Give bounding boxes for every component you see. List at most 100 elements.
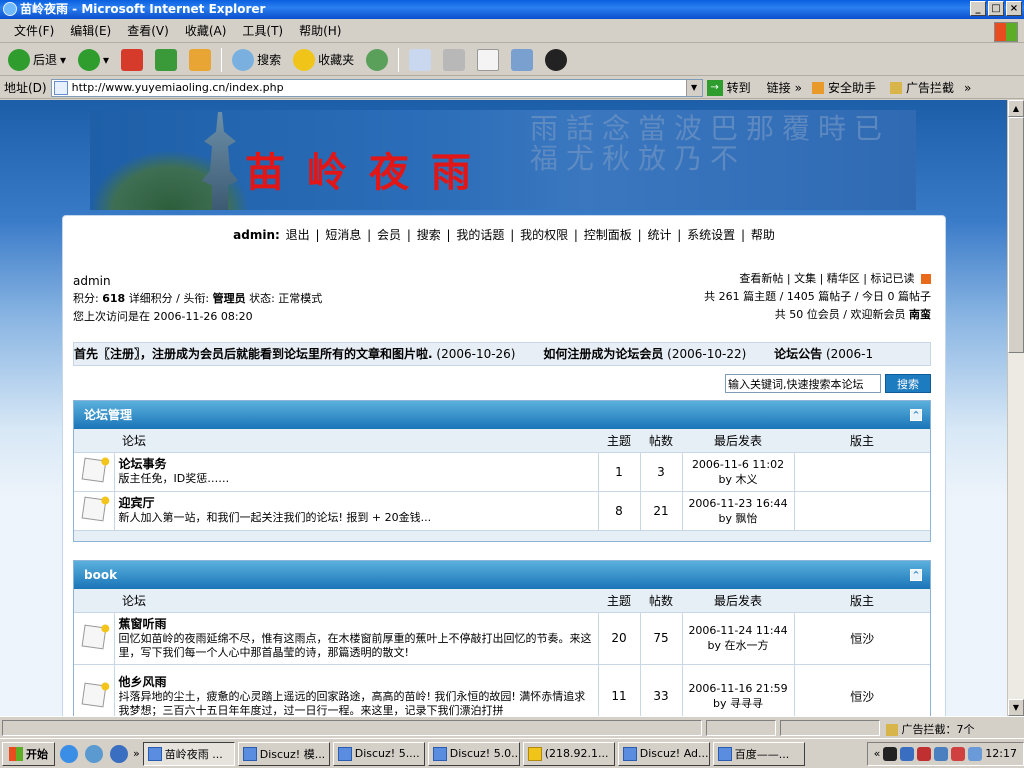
mail-button[interactable] [405,48,435,71]
points-detail-link[interactable]: 详细积分 / 头衔: [129,292,209,305]
last-post-time[interactable]: 2006-11-23 16:44 [688,497,787,510]
links-button[interactable]: 链接 [767,79,791,96]
newest-member-link[interactable]: 南蛮 [909,308,931,321]
menu-help[interactable]: 帮助(H) [291,22,349,39]
menu-edit[interactable]: 编辑(E) [62,22,119,39]
scroll-thumb[interactable] [1008,117,1024,353]
tray-clock[interactable]: 12:17 [985,747,1017,760]
scroll-up-icon[interactable]: ▲ [1008,100,1024,117]
task-button-baidu[interactable]: 百度——... [712,741,805,766]
last-post-time[interactable]: 2006-11-6 11:02 [692,458,784,471]
safety-assistant-button[interactable]: 安全助手 [828,79,876,96]
maximize-button[interactable]: □ [988,1,1004,16]
nav-search[interactable]: 搜索 [417,228,441,242]
site-logo[interactable]: 苗岭夜雨 [245,140,493,198]
home-button[interactable] [185,48,215,71]
favorites-button[interactable]: 收藏夹 [289,48,358,71]
security-tray-icon[interactable] [934,746,949,761]
collapse-icon[interactable]: ^ [910,569,922,581]
adblock-button[interactable]: 广告拦截 [906,79,954,96]
scroll-down-icon[interactable]: ▼ [1008,699,1024,716]
forward-dropdown-icon[interactable]: ▾ [103,53,109,67]
announcement-item[interactable]: 论坛公告 (2006-1 [774,347,873,361]
go-arrow-icon[interactable]: → [706,79,723,96]
menu-view[interactable]: 查看(V) [119,22,177,39]
view-new-posts-link[interactable]: 查看新帖 [739,272,783,285]
menu-file[interactable]: 文件(F) [6,22,62,39]
last-post-author[interactable]: by 飘怡 [719,512,758,525]
task-button-ip-chat[interactable]: (218.92.1... [522,741,615,766]
forward-button[interactable]: ▾ [74,48,113,71]
user-name[interactable]: admin [73,272,322,290]
print-button[interactable] [439,48,469,71]
address-dropdown-icon[interactable]: ▼ [685,79,702,96]
task-button-miaoling[interactable]: 苗岭夜雨 ... [142,741,235,766]
menu-favorites[interactable]: 收藏(A) [177,22,235,39]
last-post-time[interactable]: 2006-11-16 21:59 [688,682,787,695]
volume-tray-icon[interactable] [968,746,983,761]
nav-logout[interactable]: 退出 [286,228,310,242]
announcement-title[interactable]: 论坛公告 [774,347,822,361]
task-button-discuz-50[interactable]: Discuz! 5.0... [427,741,520,766]
quicklaunch-desktop-icon[interactable] [110,744,128,763]
last-post-author[interactable]: by 寻寻寻 [713,697,763,710]
go-button[interactable]: 转到 [727,79,751,96]
adblock-status[interactable]: 广告拦截：7个 [886,721,975,737]
nav-my-permissions[interactable]: 我的权限 [520,228,568,242]
last-post-author[interactable]: by 在水一方 [708,639,769,652]
antivirus-tray-icon[interactable] [917,746,932,761]
links-chevron-icon[interactable]: » [795,81,802,95]
mark-read-link[interactable]: 标记已读 [871,272,915,285]
start-button[interactable]: 开始 [2,741,55,766]
search-input[interactable] [725,374,881,393]
stop-button[interactable] [117,48,147,71]
close-button[interactable]: × [1006,1,1022,16]
task-button-discuz-template[interactable]: Discuz! 模... [237,741,330,766]
nav-help[interactable]: 帮助 [751,228,775,242]
search-button[interactable]: 搜索 [228,48,285,71]
quicklaunch-media-icon[interactable] [85,744,103,763]
forum-title-link[interactable]: 蕉窗听雨 [119,617,167,631]
back-button[interactable]: 后退 ▾ [4,48,70,71]
flashget-tray-icon[interactable] [951,746,966,761]
moderator-cell[interactable]: 恒沙 [794,664,930,716]
anthology-link[interactable]: 文集 [794,272,816,285]
last-post-author[interactable]: by 木义 [719,473,758,486]
forum-title-link[interactable]: 迎宾厅 [119,496,155,510]
nav-system-settings[interactable]: 系统设置 [687,228,735,242]
nav-my-topics[interactable]: 我的话题 [456,228,504,242]
menu-tools[interactable]: 工具(T) [234,22,291,39]
task-button-discuz-admin[interactable]: Discuz! Ad... [617,741,710,766]
quicklaunch-chevron-icon[interactable]: » [133,747,140,760]
category-header[interactable]: book ^ [74,561,930,589]
qq-button[interactable] [541,48,571,71]
minimize-button[interactable]: _ [970,1,986,16]
nav-username[interactable]: admin: [233,228,280,242]
rss-icon[interactable] [921,274,931,284]
edit-button[interactable] [473,48,503,71]
digest-link[interactable]: 精华区 [827,272,860,285]
discuss-button[interactable] [507,48,537,71]
announcement-title[interactable]: 如何注册成为论坛会员 [543,347,663,361]
network-tray-icon[interactable] [900,746,915,761]
tray-chevron-icon[interactable]: « [874,747,881,760]
category-header[interactable]: 论坛管理 ^ [74,401,930,429]
forum-title-link[interactable]: 论坛事务 [119,457,167,471]
nav-statistics[interactable]: 统计 [647,228,671,242]
address-input[interactable]: http://www.yuyemiaoling.cn/index.php ▼ [50,78,703,97]
extra-chevron-icon[interactable]: » [964,81,971,95]
forum-title-link[interactable]: 他乡风雨 [119,675,167,689]
quicklaunch-ie-icon[interactable] [60,744,78,763]
history-button[interactable] [362,48,392,71]
announcement-item[interactable]: 首先〖注册〗，注册成为会员后就能看到论坛里所有的文章和图片啦. (2006-10… [74,347,516,361]
nav-control-panel[interactable]: 控制面板 [584,228,632,242]
announcement-item[interactable]: 如何注册成为论坛会员 (2006-10-22) [543,347,746,361]
category-title[interactable]: book [84,568,117,582]
moderator-cell[interactable]: 恒沙 [794,612,930,665]
vertical-scrollbar[interactable]: ▲ ▼ [1007,100,1024,716]
refresh-button[interactable] [151,48,181,71]
category-title[interactable]: 论坛管理 [84,408,132,422]
announcement-title[interactable]: 首先〖注册〗，注册成为会员后就能看到论坛里所有的文章和图片啦. [74,347,433,361]
nav-messages[interactable]: 短消息 [325,228,361,242]
nav-members[interactable]: 会员 [377,228,401,242]
